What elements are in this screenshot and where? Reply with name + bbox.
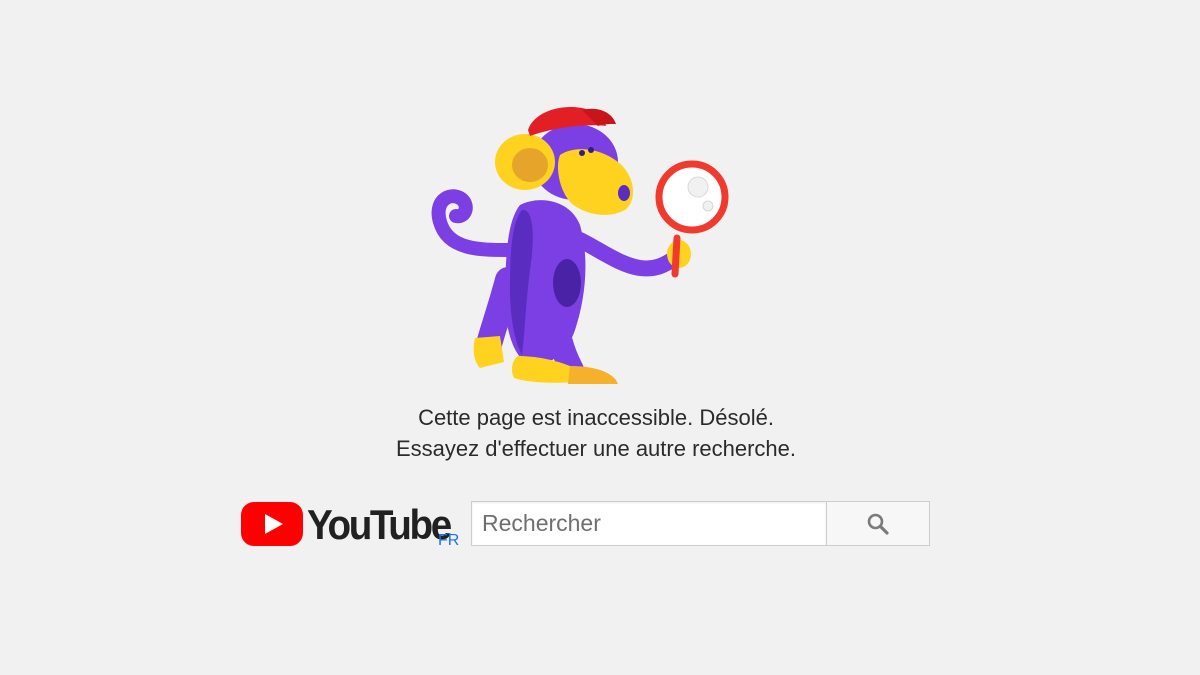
youtube-wordmark: YouTube [307,501,452,548]
error-message-line-2: Essayez d'effectuer une autre recherche. [395,436,797,461]
monkey-with-magnifying-glass-icon [431,106,729,384]
search-bar: YouTube FR [240,500,940,550]
country-code: FR [438,532,460,549]
error-message-line-1: Cette page est inaccessible. Désolé. [418,405,774,430]
youtube-logo-link[interactable]: YouTube FR [240,500,468,550]
error-page: Cette page est inaccessible. Désolé. Ess… [0,0,1200,675]
search-input[interactable] [471,501,826,546]
youtube-play-icon [241,502,303,546]
search-button[interactable] [826,501,930,546]
search-icon [867,513,889,535]
error-message: Cette page est inaccessible. Désolé. Ess… [0,402,1192,464]
